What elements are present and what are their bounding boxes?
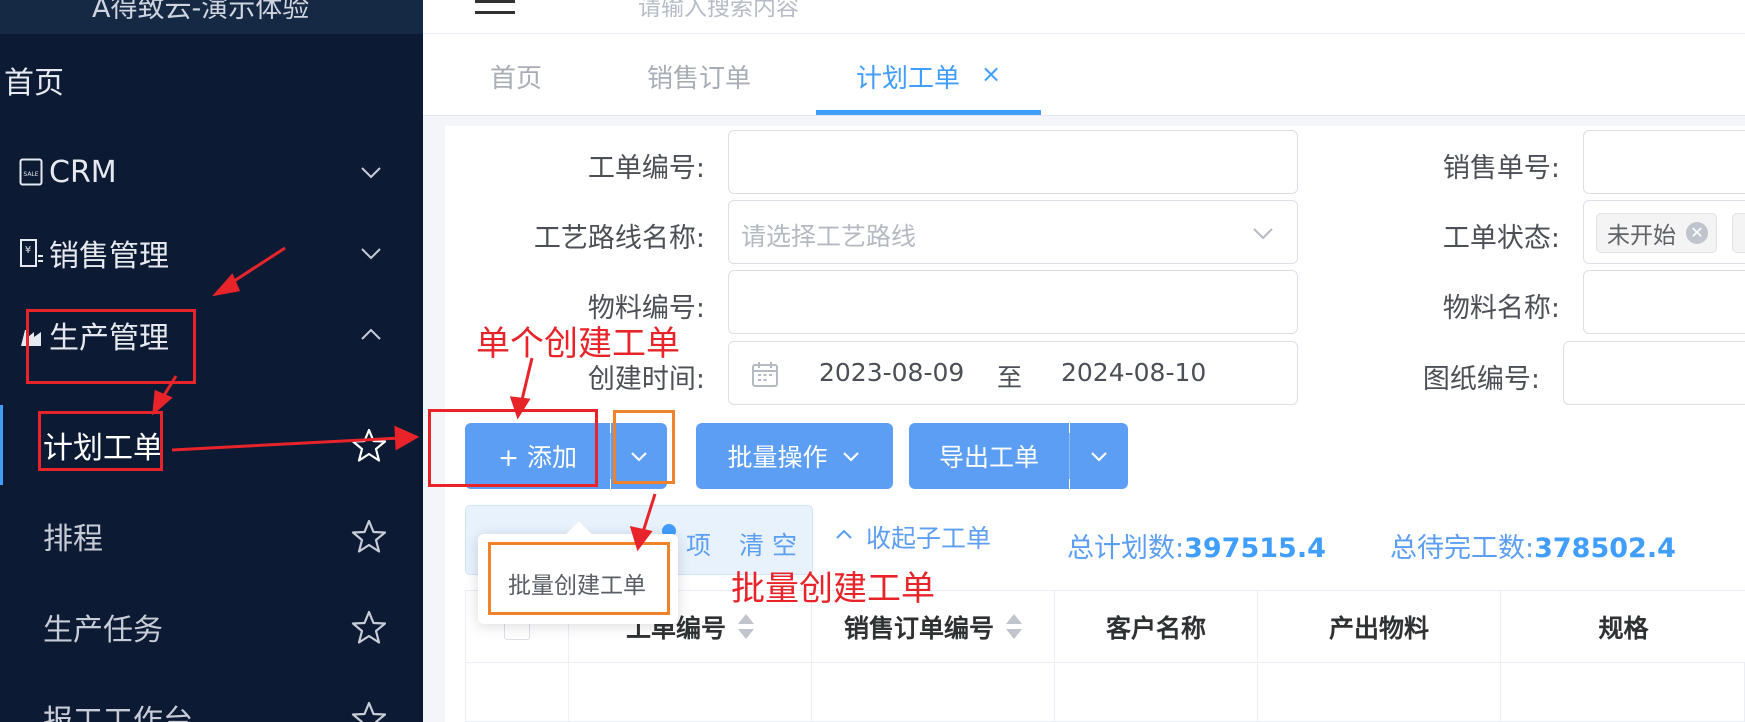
annotation-box-production bbox=[26, 309, 196, 384]
total-pending-label: 总待完工数: bbox=[1390, 533, 1535, 564]
material-name-input[interactable] bbox=[1583, 270, 1745, 334]
status-tag-label: 未开始 bbox=[1607, 223, 1676, 249]
sidebar-item-label: 销售管理 bbox=[49, 239, 169, 274]
sidebar-subitem-production-task[interactable]: 生产任务 bbox=[0, 587, 423, 667]
clear-selection-link[interactable]: 清 空 bbox=[739, 526, 797, 562]
date-separator: 至 bbox=[997, 363, 1023, 392]
svg-text:SALE: SALE bbox=[23, 171, 38, 178]
chevron-down-icon bbox=[361, 167, 381, 179]
drawing-no-input[interactable] bbox=[1563, 341, 1745, 405]
chevron-down-icon bbox=[842, 452, 859, 462]
export-button[interactable]: 导出工单 bbox=[909, 423, 1069, 489]
status-select[interactable]: 未开始 ✕ bbox=[1583, 200, 1745, 264]
brand-title: A得致云-演示体验 bbox=[92, 0, 310, 24]
tab-active-indicator bbox=[816, 110, 1041, 115]
search-input[interactable]: 请输入搜索内容 bbox=[638, 0, 799, 22]
star-icon[interactable] bbox=[350, 609, 388, 647]
column-header-label: 销售订单编号 bbox=[843, 613, 994, 643]
column-header-label: 规格 bbox=[1598, 613, 1649, 643]
column-header-spec: 规格 bbox=[1501, 591, 1745, 663]
sales-icon: ¥ bbox=[17, 238, 45, 268]
total-pending-value: 378502.4 bbox=[1534, 533, 1676, 564]
tab-sales-order[interactable]: 销售订单 bbox=[647, 58, 751, 95]
material-no-input[interactable] bbox=[728, 270, 1298, 334]
selected-count-suffix: 项 bbox=[686, 531, 712, 560]
column-header-label: 产出物料 bbox=[1328, 613, 1429, 643]
svg-text:¥: ¥ bbox=[25, 245, 31, 256]
sidebar-item-label: CRM bbox=[49, 154, 117, 190]
material-name-label: 物料名称: bbox=[1442, 293, 1560, 324]
tab-home[interactable]: 首页 bbox=[490, 58, 542, 95]
sidebar-item-crm[interactable]: SALE CRM bbox=[0, 137, 423, 207]
date-end: 2024-08-10 bbox=[1061, 358, 1207, 387]
sidebar-item-label: 排程 bbox=[43, 522, 103, 557]
route-name-placeholder: 请选择工艺路线 bbox=[741, 222, 917, 251]
route-name-select[interactable]: 请选择工艺路线 bbox=[728, 200, 1298, 264]
table-cell bbox=[466, 663, 569, 722]
sidebar-item-label: 生产任务 bbox=[43, 613, 163, 648]
batch-operation-label: 批量操作 bbox=[727, 443, 828, 472]
chevron-down-icon bbox=[361, 248, 381, 260]
chevron-up-icon bbox=[836, 529, 852, 539]
sidebar-item-label: 报工工作台 bbox=[43, 704, 193, 722]
status-tag: 未开始 ✕ bbox=[1596, 213, 1717, 253]
column-header-customer-name: 客户名称 bbox=[1055, 591, 1258, 663]
date-start: 2023-08-09 bbox=[819, 358, 965, 387]
annotation-box-plan-order bbox=[38, 411, 163, 471]
total-plan-stat: 总计划数:397515.4 bbox=[1067, 526, 1326, 565]
tab-close-icon[interactable]: × bbox=[981, 60, 1001, 88]
created-time-range[interactable]: 2023-08-09 至 2024-08-10 bbox=[728, 341, 1298, 405]
tab-bar: 首页 销售订单 计划工单 × bbox=[423, 34, 1745, 116]
star-icon[interactable] bbox=[350, 700, 388, 722]
total-pending-stat: 总待完工数:378502.4 bbox=[1390, 526, 1676, 565]
sidebar-subitem-schedule[interactable]: 排程 bbox=[0, 496, 423, 576]
column-header-output-material: 产出物料 bbox=[1258, 591, 1501, 663]
sales-order-no-label: 销售单号: bbox=[1442, 153, 1560, 184]
sidebar-item-home[interactable]: 首页 bbox=[0, 45, 423, 115]
top-header: 请输入搜索内容 bbox=[423, 0, 1745, 34]
tag-close-icon[interactable]: ✕ bbox=[1686, 222, 1708, 244]
tab-plan-order[interactable]: 计划工单 bbox=[856, 58, 960, 95]
drawing-no-label: 图纸编号: bbox=[1422, 364, 1540, 395]
status-label: 工单状态: bbox=[1442, 223, 1560, 254]
annotation-box-add bbox=[428, 409, 598, 487]
hamburger-icon[interactable] bbox=[475, 0, 515, 16]
sort-icon[interactable] bbox=[738, 613, 754, 640]
star-icon[interactable] bbox=[350, 427, 388, 465]
annotation-batch-create: 批量创建工单 bbox=[731, 569, 935, 609]
export-dropdown-button[interactable] bbox=[1070, 423, 1128, 489]
total-plan-label: 总计划数: bbox=[1067, 533, 1185, 564]
sidebar-item-sales[interactable]: ¥ 销售管理 bbox=[0, 218, 423, 288]
crm-icon: SALE bbox=[17, 157, 45, 187]
brand-bar: A得致云-演示体验 bbox=[0, 0, 423, 34]
star-icon[interactable] bbox=[350, 518, 388, 556]
status-tag-2 bbox=[1732, 213, 1745, 253]
table-cell bbox=[812, 663, 1055, 722]
work-order-no-input[interactable] bbox=[728, 130, 1298, 194]
annotation-single-create: 单个创建工单 bbox=[476, 324, 680, 364]
collapse-sub-orders-link[interactable]: 收起子工单 bbox=[866, 519, 991, 555]
sort-icon[interactable] bbox=[1006, 613, 1022, 640]
sales-order-no-input[interactable] bbox=[1583, 130, 1745, 194]
column-header-label: 客户名称 bbox=[1105, 613, 1206, 643]
batch-operation-button[interactable]: 批量操作 bbox=[696, 423, 893, 489]
table-cell bbox=[1258, 663, 1501, 722]
annotation-box-dropdown bbox=[613, 410, 675, 484]
chevron-down-icon bbox=[1091, 452, 1107, 462]
sidebar-item-label: 首页 bbox=[4, 66, 64, 101]
chevron-down-icon bbox=[1253, 228, 1273, 240]
route-name-label: 工艺路线名称: bbox=[533, 223, 705, 254]
sidebar-subitem-report-workbench[interactable]: 报工工作台 bbox=[0, 678, 423, 722]
annotation-box-batch-create bbox=[488, 542, 670, 615]
table-cell bbox=[1055, 663, 1258, 722]
table-cell bbox=[569, 663, 812, 722]
total-plan-value: 397515.4 bbox=[1184, 533, 1326, 564]
export-button-label: 导出工单 bbox=[938, 443, 1039, 472]
work-order-no-label: 工单编号: bbox=[587, 153, 705, 184]
chevron-up-icon bbox=[361, 328, 381, 340]
calendar-icon bbox=[752, 362, 778, 387]
